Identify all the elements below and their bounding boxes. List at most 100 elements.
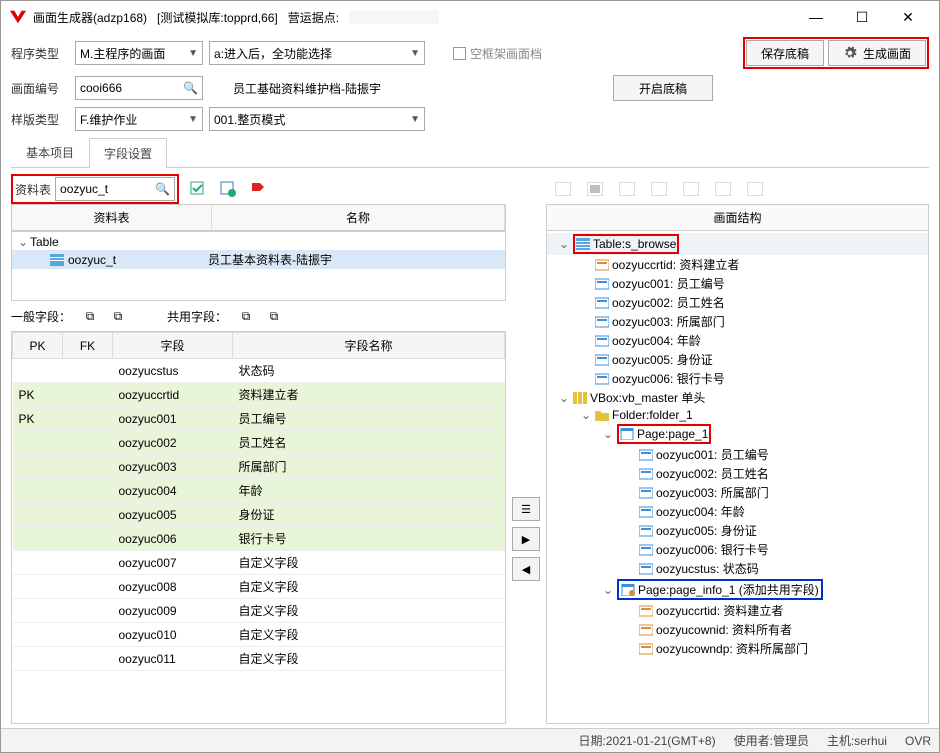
tree-item-name: 员工基本资料表-陆振宇 (208, 251, 332, 268)
table-input[interactable]: oozyuc_t 🔍 (55, 177, 175, 201)
struct-node[interactable]: oozyuc005: 身份证 (547, 521, 928, 540)
struct-node[interactable]: oozyuc003: 所属部门 (547, 312, 928, 331)
struct-node[interactable]: oozyuc006: 银行卡号 (547, 540, 928, 559)
prog-type-value: M.主程序的画面 (80, 45, 165, 62)
gear-icon (843, 46, 857, 60)
copy-icon[interactable]: ⧉ (81, 307, 99, 325)
status-host: 主机:serhui (827, 732, 887, 749)
field-row[interactable]: oozyuc006银行卡号 (13, 527, 505, 551)
toggle-icon[interactable]: ⌄ (559, 391, 573, 405)
field-row[interactable]: oozyuc009自定义字段 (13, 599, 505, 623)
cell-name: 状态码 (233, 359, 505, 383)
grid-check-icon[interactable] (187, 178, 209, 200)
struct-node[interactable]: oozyuc005: 身份证 (547, 350, 928, 369)
struct-node[interactable]: oozyuccrtid: 资料建立者 (547, 601, 928, 620)
struct-node-label: oozyucowndp: 资料所属部门 (656, 640, 808, 657)
field-row[interactable]: oozyuc002员工姓名 (13, 431, 505, 455)
search-icon[interactable]: 🔍 (155, 182, 170, 196)
struct-node[interactable]: ⌄Table:s_browse (547, 233, 928, 255)
field-row[interactable]: oozyuc007自定义字段 (13, 551, 505, 575)
tree-root[interactable]: ⌄ Table (12, 234, 505, 250)
generate-button[interactable]: 生成画面 (828, 40, 926, 66)
field-row[interactable]: PKoozyuc001员工编号 (13, 407, 505, 431)
tag-delete-icon[interactable] (247, 178, 269, 200)
field-row[interactable]: oozyuc003所属部门 (13, 455, 505, 479)
struct-node[interactable]: oozyuc001: 员工编号 (547, 274, 928, 293)
save-draft-button[interactable]: 保存底稿 (746, 40, 824, 66)
mode-value: 001.整页模式 (214, 111, 285, 128)
struct-icon-4[interactable] (648, 178, 670, 200)
mode-combo[interactable]: 001.整页模式 ▼ (209, 107, 425, 131)
copy-all-icon[interactable]: ⧉ (109, 307, 127, 325)
struct-node[interactable]: oozyuc004: 年龄 (547, 502, 928, 521)
field-row[interactable]: PKoozyuccrtid资料建立者 (13, 383, 505, 407)
field-row[interactable]: oozyucstus状态码 (13, 359, 505, 383)
tab-basic[interactable]: 基本项目 (11, 137, 89, 167)
struct-icon-7[interactable] (744, 178, 766, 200)
struct-icon-3[interactable] (616, 178, 638, 200)
prog-type-combo[interactable]: M.主程序的画面 ▼ (75, 41, 203, 65)
field-row[interactable]: oozyuc010自定义字段 (13, 623, 505, 647)
struct-node[interactable]: oozyucownid: 资料所有者 (547, 620, 928, 639)
cell-fk (63, 551, 113, 575)
left-panel: 资料表 oozyuc_t 🔍 资料表 名称 ⌄ Table (11, 174, 506, 724)
struct-node[interactable]: oozyucstus: 状态码 (547, 559, 928, 578)
maximize-button[interactable]: ☐ (839, 2, 885, 32)
list-button[interactable]: ☰ (512, 497, 540, 521)
tab-fields[interactable]: 字段设置 (89, 138, 167, 168)
struct-node[interactable]: oozyuc006: 银行卡号 (547, 369, 928, 388)
struct-icon-5[interactable] (680, 178, 702, 200)
action-combo[interactable]: a:进入后，全功能选择 ▼ (209, 41, 425, 65)
toolbar-row-2: 画面编号 cooi666 🔍 员工基础资料维护档-陆振宇 开启底稿 (1, 71, 939, 103)
shared-fields-label: 共用字段： (167, 308, 227, 325)
minimize-button[interactable]: — (793, 2, 839, 32)
struct-node[interactable]: ⌄Page:page_info_1 (添加共用字段) (547, 578, 928, 601)
struct-node-label: oozyuc004: 年龄 (656, 503, 745, 520)
move-left-button[interactable]: ◀ (512, 557, 540, 581)
struct-node[interactable]: oozyuc002: 员工姓名 (547, 464, 928, 483)
field-row[interactable]: oozyuc011自定义字段 (13, 647, 505, 671)
template-type-combo[interactable]: F.维护作业 ▼ (75, 107, 203, 131)
move-right-button[interactable]: ▶ (512, 527, 540, 551)
cell-fk (63, 527, 113, 551)
cell-fk (63, 479, 113, 503)
struct-node[interactable]: oozyuc002: 员工姓名 (547, 293, 928, 312)
field-row[interactable]: oozyuc008自定义字段 (13, 575, 505, 599)
field-icon (639, 544, 653, 556)
struct-icon-6[interactable] (712, 178, 734, 200)
toggle-icon[interactable]: ⌄ (581, 408, 595, 422)
search-icon[interactable]: 🔍 (183, 81, 198, 95)
struct-icon-2[interactable] (584, 178, 606, 200)
struct-node[interactable]: oozyuc001: 员工编号 (547, 445, 928, 464)
open-draft-button[interactable]: 开启底稿 (613, 75, 713, 101)
copy-icon[interactable]: ⧉ (237, 307, 255, 325)
struct-node[interactable]: oozyuc004: 年龄 (547, 331, 928, 350)
struct-node[interactable]: ⌄VBox:vb_master 单头 (547, 388, 928, 407)
struct-node-label: Folder:folder_1 (612, 408, 693, 422)
doc-title: 员工基础资料维护档-陆振宇 (233, 80, 381, 97)
tree-item[interactable]: oozyuc_t 员工基本资料表-陆振宇 (12, 250, 505, 269)
struct-node-label: oozyuc003: 所属部门 (656, 484, 769, 501)
frame-checkbox[interactable]: 空框架画面档 (453, 45, 542, 62)
col-fk: FK (63, 333, 113, 359)
app-logo-icon (9, 8, 27, 26)
struct-node[interactable]: ⌄ Folder:folder_1 (547, 407, 928, 423)
grid-refresh-icon[interactable] (217, 178, 239, 200)
struct-node[interactable]: oozyuccrtid: 资料建立者 (547, 255, 928, 274)
struct-node[interactable]: oozyuc003: 所属部门 (547, 483, 928, 502)
field-row[interactable]: oozyuc004年龄 (13, 479, 505, 503)
cell-pk (13, 479, 63, 503)
struct-node[interactable]: oozyucowndp: 资料所属部门 (547, 639, 928, 658)
app-window: 画面生成器(adzp168) [测试模拟库:topprd,66] 营运据点: —… (0, 0, 940, 753)
field-row[interactable]: oozyuc005身份证 (13, 503, 505, 527)
close-button[interactable]: ✕ (885, 2, 931, 32)
screen-no-input[interactable]: cooi666 🔍 (75, 76, 203, 100)
field-icon (595, 354, 609, 366)
cell-name: 自定义字段 (233, 575, 505, 599)
struct-node[interactable]: ⌄Page:page_1 (547, 423, 928, 445)
tab-basic-label: 基本项目 (26, 146, 74, 160)
collapse-icon[interactable]: ⌄ (16, 235, 30, 249)
cell-field: oozyuc001 (113, 407, 233, 431)
copy-all-icon[interactable]: ⧉ (265, 307, 283, 325)
struct-icon-1[interactable] (552, 178, 574, 200)
